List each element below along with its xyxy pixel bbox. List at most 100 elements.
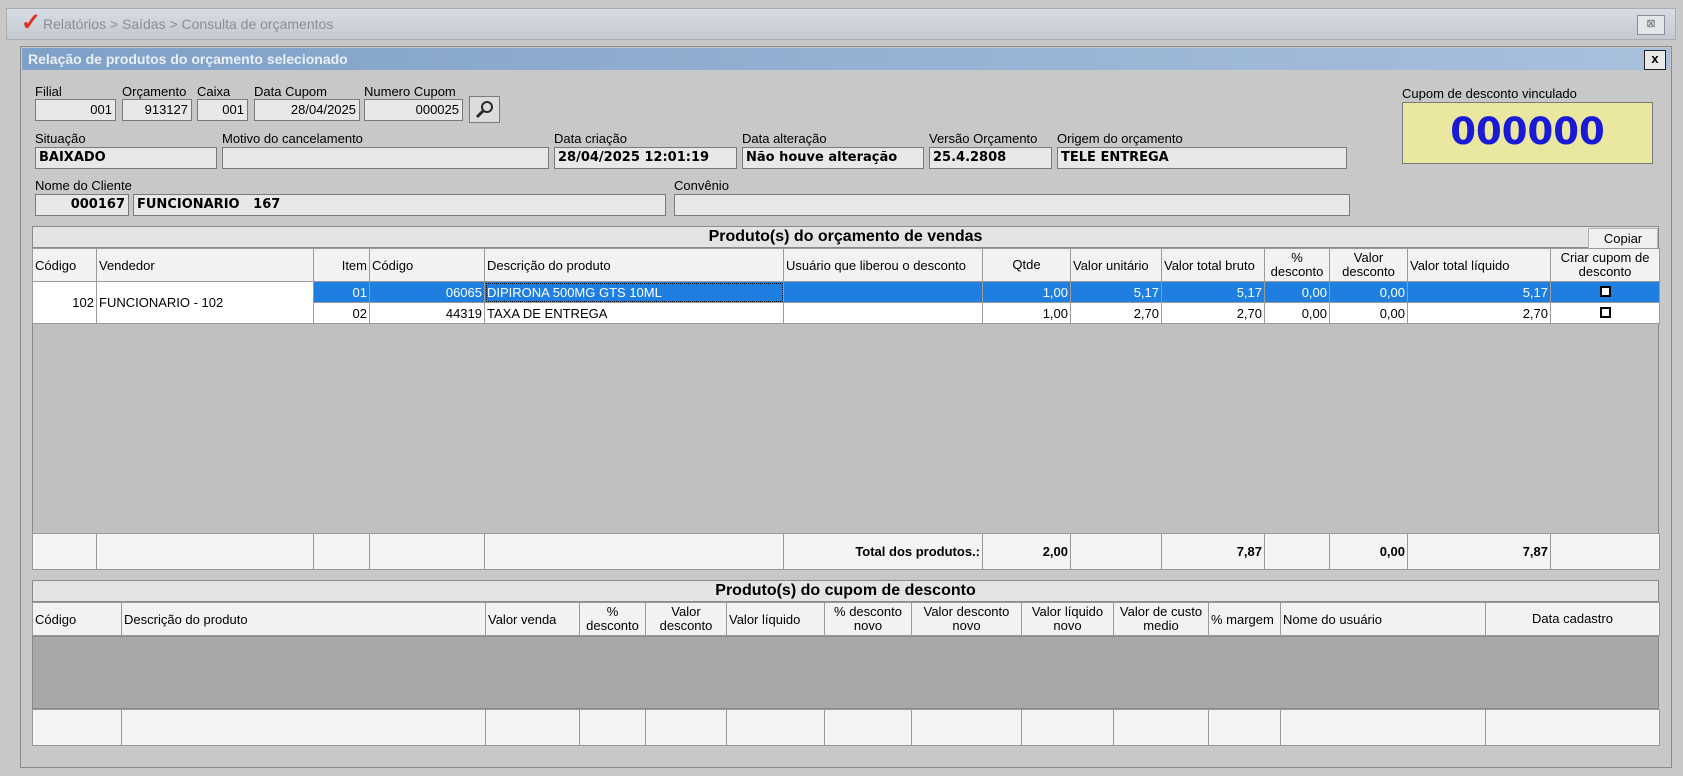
filial-label: Filial bbox=[35, 84, 62, 99]
row-pct: 0,00 bbox=[1264, 281, 1330, 303]
motivo-label: Motivo do cancelamento bbox=[222, 131, 363, 146]
totals-row: Total dos produtos.: 2,00 7,87 0,00 7,87 bbox=[32, 533, 1660, 570]
row-usuario bbox=[783, 302, 983, 324]
data-cupom-field[interactable]: 28/04/2025 bbox=[254, 99, 360, 121]
col-pct-desconto-novo[interactable]: % desconto novo bbox=[824, 602, 912, 636]
data-criacao-label: Data criação bbox=[554, 131, 627, 146]
row-qtde: 1,00 bbox=[982, 302, 1071, 324]
col-data-cadastro[interactable]: Data cadastro bbox=[1485, 602, 1660, 636]
convenio-field[interactable] bbox=[674, 194, 1350, 216]
caixa-field[interactable]: 001 bbox=[197, 99, 248, 121]
cliente-label: Nome do Cliente bbox=[35, 178, 132, 193]
col-criar-cupom[interactable]: Criar cupom de desconto bbox=[1550, 248, 1660, 282]
col-valor-liquido[interactable]: Valor líquido bbox=[726, 602, 825, 636]
col-valor-venda[interactable]: Valor venda bbox=[485, 602, 580, 636]
copy-button[interactable]: Copiar bbox=[1588, 228, 1658, 250]
coupon-grid-title: Produto(s) do cupom de desconto bbox=[32, 580, 1659, 602]
orcamento-field[interactable]: 913127 bbox=[122, 99, 192, 121]
col-valor-unitario[interactable]: Valor unitário bbox=[1070, 248, 1162, 282]
cliente-code-field[interactable]: 000167 bbox=[35, 194, 129, 216]
row-descricao: DIPIRONA 500MG GTS 10ML bbox=[484, 281, 784, 303]
coupon-table: Código Descrição do produto Valor venda … bbox=[32, 602, 1660, 636]
col-descricao[interactable]: Descrição do produto bbox=[121, 602, 486, 636]
coupon-header-row: Código Descrição do produto Valor venda … bbox=[32, 602, 1660, 636]
col-pct-desconto[interactable]: % desconto bbox=[1264, 248, 1330, 282]
search-button[interactable] bbox=[469, 96, 500, 123]
products-header-row: Código Vendedor Item Código Descrição do… bbox=[32, 248, 1660, 282]
versao-field[interactable]: 25.4.2808 bbox=[929, 147, 1052, 169]
col-valor-desconto-novo[interactable]: Valor desconto novo bbox=[911, 602, 1022, 636]
caixa-label: Caixa bbox=[197, 84, 231, 99]
totals-liquido: 7,87 bbox=[1407, 533, 1551, 570]
col-codigo-vendedor[interactable]: Código bbox=[32, 248, 97, 282]
row-bruto: 5,17 bbox=[1161, 281, 1265, 303]
convenio-label: Convênio bbox=[674, 178, 729, 193]
col-margem[interactable]: % margem bbox=[1208, 602, 1281, 636]
filial-field[interactable]: 001 bbox=[35, 99, 116, 121]
situacao-label: Situação bbox=[35, 131, 86, 146]
criar-cupom-checkbox[interactable] bbox=[1599, 306, 1611, 318]
totals-desc: 0,00 bbox=[1329, 533, 1408, 570]
coupon-totals-row bbox=[32, 709, 1660, 746]
col-codigo-produto[interactable]: Código bbox=[369, 248, 485, 282]
products-table: Código Vendedor Item Código Descrição do… bbox=[32, 248, 1660, 324]
row-liquido: 5,17 bbox=[1407, 281, 1551, 303]
col-valor-desconto[interactable]: Valor desconto bbox=[1329, 248, 1408, 282]
row-item: 01 bbox=[313, 281, 370, 303]
col-usuario[interactable]: Usuário que liberou o desconto bbox=[783, 248, 983, 282]
row-item: 02 bbox=[313, 302, 370, 324]
search-icon bbox=[475, 101, 493, 119]
col-descricao[interactable]: Descrição do produto bbox=[484, 248, 784, 282]
col-custo-medio[interactable]: Valor de custo medio bbox=[1113, 602, 1209, 636]
motivo-field[interactable] bbox=[222, 147, 549, 169]
breadcrumb: Relatórios > Saídas > Consulta de orçame… bbox=[43, 16, 334, 32]
numero-cupom-label: Numero Cupom bbox=[364, 84, 456, 99]
numero-cupom-field[interactable]: 000025 bbox=[364, 99, 463, 121]
dialog-title-bar: Relação de produtos do orçamento selecio… bbox=[22, 48, 1670, 70]
col-nome-usuario[interactable]: Nome do usuário bbox=[1280, 602, 1486, 636]
orcamento-label: Orçamento bbox=[122, 84, 187, 99]
col-valor-liquido-novo[interactable]: Valor líquido novo bbox=[1021, 602, 1114, 636]
row-codigo: 06065 bbox=[369, 281, 485, 303]
col-valor-bruto[interactable]: Valor total bruto bbox=[1161, 248, 1265, 282]
coupon-totals bbox=[32, 709, 1660, 746]
row-cupom-cell bbox=[1550, 281, 1660, 303]
row-pct: 0,00 bbox=[1264, 302, 1330, 324]
col-vendedor[interactable]: Vendedor bbox=[96, 248, 314, 282]
data-cupom-label: Data Cupom bbox=[254, 84, 327, 99]
products-grid-title-text: Produto(s) do orçamento de vendas bbox=[708, 228, 983, 245]
row-descricao: TAXA DE ENTREGA bbox=[484, 302, 784, 324]
col-item[interactable]: Item bbox=[313, 248, 370, 282]
versao-label: Versão Orçamento bbox=[929, 131, 1038, 146]
coupon-grid-body bbox=[32, 636, 1659, 709]
totals-bruto: 7,87 bbox=[1161, 533, 1265, 570]
data-criacao-field[interactable]: 28/04/2025 12:01:19 bbox=[554, 147, 737, 169]
row-liquido: 2,70 bbox=[1407, 302, 1551, 324]
window-title-bar: ✓ Relatórios > Saídas > Consulta de orça… bbox=[6, 8, 1676, 40]
products-grid-title: Produto(s) do orçamento de vendas bbox=[32, 226, 1659, 248]
dialog-close-icon[interactable]: x bbox=[1644, 50, 1666, 70]
window-close-icon[interactable]: ⊠ bbox=[1637, 15, 1665, 35]
criar-cupom-checkbox[interactable] bbox=[1599, 285, 1611, 297]
col-qtde[interactable]: Qtde bbox=[982, 248, 1071, 282]
coupon-grid-title-text: Produto(s) do cupom de desconto bbox=[715, 582, 976, 599]
origem-label: Origem do orçamento bbox=[1057, 131, 1183, 146]
data-alteracao-field[interactable]: Não houve alteração bbox=[742, 147, 924, 169]
col-valor-liquido[interactable]: Valor total líquido bbox=[1407, 248, 1551, 282]
totals-label: Total dos produtos.: bbox=[783, 533, 983, 570]
cupom-vinculado-label: Cupom de desconto vinculado bbox=[1402, 86, 1577, 101]
dialog-title: Relação de produtos do orçamento selecio… bbox=[28, 51, 348, 67]
row-cupom-cell bbox=[1550, 302, 1660, 324]
col-valor-desconto[interactable]: Valor desconto bbox=[645, 602, 727, 636]
row-codigo: 44319 bbox=[369, 302, 485, 324]
origem-field[interactable]: TELE ENTREGA bbox=[1057, 147, 1347, 169]
row-qtde: 1,00 bbox=[982, 281, 1071, 303]
table-row[interactable]: 102 FUNCIONARIO - 102 01 06065 DIPIRONA … bbox=[32, 281, 1660, 324]
row-unit: 5,17 bbox=[1070, 281, 1162, 303]
situacao-field[interactable]: BAIXADO bbox=[35, 147, 217, 169]
cliente-name-field[interactable]: FUNCIONARIO 167 bbox=[133, 194, 666, 216]
col-pct-desconto[interactable]: % desconto bbox=[579, 602, 646, 636]
cupom-vinculado-value: 000000 bbox=[1402, 102, 1653, 164]
data-alteracao-label: Data alteração bbox=[742, 131, 827, 146]
col-codigo[interactable]: Código bbox=[32, 602, 122, 636]
